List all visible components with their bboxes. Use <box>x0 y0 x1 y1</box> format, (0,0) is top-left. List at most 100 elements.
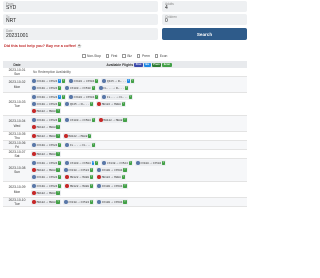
flight-chip[interactable]: CX138 → CX524 Y <box>31 85 63 91</box>
connecting-flight-number: CX504 <box>114 200 123 204</box>
airline-logo-icon <box>32 102 36 106</box>
flight-number: FL... <box>70 143 79 147</box>
connecting-flight-number: CX504 <box>82 118 91 122</box>
filter-checkbox[interactable] <box>82 54 86 58</box>
from-field[interactable]: From SYD <box>3 1 158 12</box>
arrow-right-icon: → <box>110 200 114 204</box>
connecting-flight-number: CX524 <box>48 184 58 188</box>
airline-logo-icon <box>32 152 36 156</box>
flight-chip[interactable]: MH122 → MH88 Y <box>31 108 61 114</box>
flight-chip[interactable]: CX100 → CX504 J Y <box>64 160 100 166</box>
adults-field[interactable]: Adults 4 <box>162 1 247 12</box>
flight-chip[interactable]: CX138 → CX524 J Y <box>31 94 67 100</box>
flight-chip[interactable]: CX138 → CX524 Y <box>62 199 95 205</box>
flight-chip[interactable]: CX138 → CX524 Y <box>31 160 63 166</box>
flight-number: CX100 <box>140 161 149 165</box>
connecting-flight-number: CX524 <box>48 161 58 165</box>
flight-line: CX138 → CX524 J Y CX100 → CX504 Y FL... → FL... Y <box>31 94 247 100</box>
flight-chip[interactable]: MH122 → MH88 Y <box>62 133 93 139</box>
flight-chip[interactable]: MH122 → MH88 Y <box>64 174 95 180</box>
table-row: 2023-10-08 Sun CX138 → CX524 Y CX100 → CX504 J Y CX… <box>3 159 247 182</box>
flight-chip[interactable]: CX100 → CX504 Y <box>134 160 167 166</box>
arrow-right-icon: → <box>110 102 114 106</box>
flight-number: MH122 <box>36 125 45 129</box>
cabin-badge: Y <box>56 168 60 172</box>
row-flights: CX138 → CX524 Y MH122 → MH88 Y CX100 → CX504 Y MH122… <box>31 182 247 197</box>
flight-chip[interactable]: FL... → FL... Y <box>101 94 133 100</box>
flight-chip[interactable]: MH122 → MH88 Y <box>31 190 61 196</box>
cabin-badge: Y <box>123 118 127 122</box>
children-field[interactable]: Children 0 <box>162 14 247 25</box>
airline-logo-icon <box>97 184 101 188</box>
flight-chip[interactable]: MH122 → MH88 Y <box>31 133 61 139</box>
filter-option[interactable]: Econ <box>154 54 167 58</box>
cabin-badge: Y <box>56 191 60 195</box>
flight-chip[interactable]: CX100 → CX504 Y <box>68 78 100 84</box>
row-day: Mon <box>13 84 21 89</box>
row-flights: MH122 → MH88 Y <box>31 150 247 158</box>
flight-chip[interactable]: CX100 → CX504 Y <box>96 167 128 173</box>
airline-logo-icon <box>32 79 36 83</box>
cabin-badge: Y <box>58 184 62 188</box>
flight-chip[interactable]: CX138 → CX524 Y <box>31 174 63 180</box>
cabin-filters: Non-Stop First Biz Prem Econ <box>82 54 167 58</box>
row-day: Wed <box>13 123 21 128</box>
flights-header-label: Available Flights <box>106 62 134 67</box>
buy-coffee-link[interactable]: Did this tool help you? Buy me a coffee!… <box>4 43 82 48</box>
flight-line: CX138 → CX524 Y CX100 → CX504 Y MH122 → MH88 Y <box>31 117 247 123</box>
airline-logo-icon <box>98 118 103 122</box>
arrow-right-icon: → <box>112 118 115 122</box>
arrow-right-icon: → <box>45 152 49 156</box>
flight-number: CX100 <box>101 168 111 172</box>
connecting-flight-number: MH88 <box>114 175 121 179</box>
flight-chip[interactable]: CX100 → CX504 Y <box>96 199 128 205</box>
to-field[interactable]: To NRT <box>3 14 158 25</box>
flight-chip[interactable]: CX100 → CX504 Y <box>96 183 128 189</box>
filter-checkbox[interactable] <box>105 54 110 58</box>
arrow-right-icon: → <box>77 168 80 172</box>
airline-logo-icon <box>65 143 70 147</box>
flight-chip[interactable]: CX100 → CX504 Y <box>68 94 100 100</box>
flight-chip[interactable]: MH122 → MH88 Y <box>31 124 61 130</box>
filter-option[interactable]: Biz <box>122 54 132 58</box>
flight-chip[interactable]: MH122 → MH88 Y <box>31 151 61 157</box>
filter-option[interactable]: First <box>105 54 117 58</box>
filter-checkbox[interactable] <box>122 54 126 58</box>
flight-chip[interactable]: MH122 → MH88 Y <box>31 199 61 205</box>
flight-chip[interactable]: CX138 → CX524 Y <box>62 167 95 173</box>
flight-number: MH122 <box>70 184 79 188</box>
date-field[interactable]: Date 20231001 <box>3 28 158 40</box>
arrow-right-icon: → <box>45 143 49 147</box>
row-flights: No Redemption Availability <box>31 68 247 76</box>
row-date: 2023-10-10 Tue <box>3 198 31 206</box>
flight-chip[interactable]: CX138 → CX524 Y <box>31 101 63 107</box>
flight-chip[interactable]: FL... → FL... Y <box>64 142 96 148</box>
row-day: Tue <box>14 104 20 108</box>
flight-chip[interactable]: MH122 → MH88 Y <box>97 117 128 123</box>
flight-chip[interactable]: CX138 → CX524 Y <box>101 160 133 166</box>
flight-chip[interactable]: CX100 → CX504 Y <box>64 117 96 123</box>
filter-option[interactable]: Non-Stop <box>82 54 101 58</box>
filter-option[interactable]: Prem <box>136 54 150 58</box>
flight-chip[interactable]: MH122 → MH88 Y <box>31 167 61 173</box>
search-button[interactable]: Search <box>162 28 247 40</box>
filter-checkbox[interactable] <box>154 54 159 58</box>
flight-chip[interactable]: MH122 → MH88 Y <box>96 101 126 107</box>
flight-number: CX138 <box>36 95 45 99</box>
filter-checkbox[interactable] <box>136 54 141 58</box>
flight-chip[interactable]: MH122 → MH88 Y <box>96 174 126 180</box>
flight-number: CX138 <box>36 184 45 188</box>
flight-chip[interactable]: CX138 → CX524 Y <box>31 183 63 189</box>
flight-chip[interactable]: CX138 → CX524 Y <box>31 117 63 123</box>
arrow-right-icon: → <box>79 86 82 90</box>
flight-chip[interactable]: CX138 → CX524 J Y <box>31 78 67 84</box>
cabin-badge: Y <box>58 143 62 147</box>
flight-chip[interactable]: MH122 → MH88 Y <box>64 183 95 189</box>
flight-number: MH122 <box>68 134 77 138</box>
flight-chip[interactable]: CX100 → CX530 Y <box>64 85 96 91</box>
flight-chip[interactable]: QF25 → FL... J Y <box>101 78 135 84</box>
flight-chip[interactable]: FL... → FL... Y <box>97 85 130 91</box>
flight-chip[interactable]: QF25 → FL... Y <box>64 101 95 107</box>
flight-chip[interactable]: CX138 → CX524 Y <box>31 142 63 148</box>
connecting-flight-number: CX524 <box>80 168 90 172</box>
